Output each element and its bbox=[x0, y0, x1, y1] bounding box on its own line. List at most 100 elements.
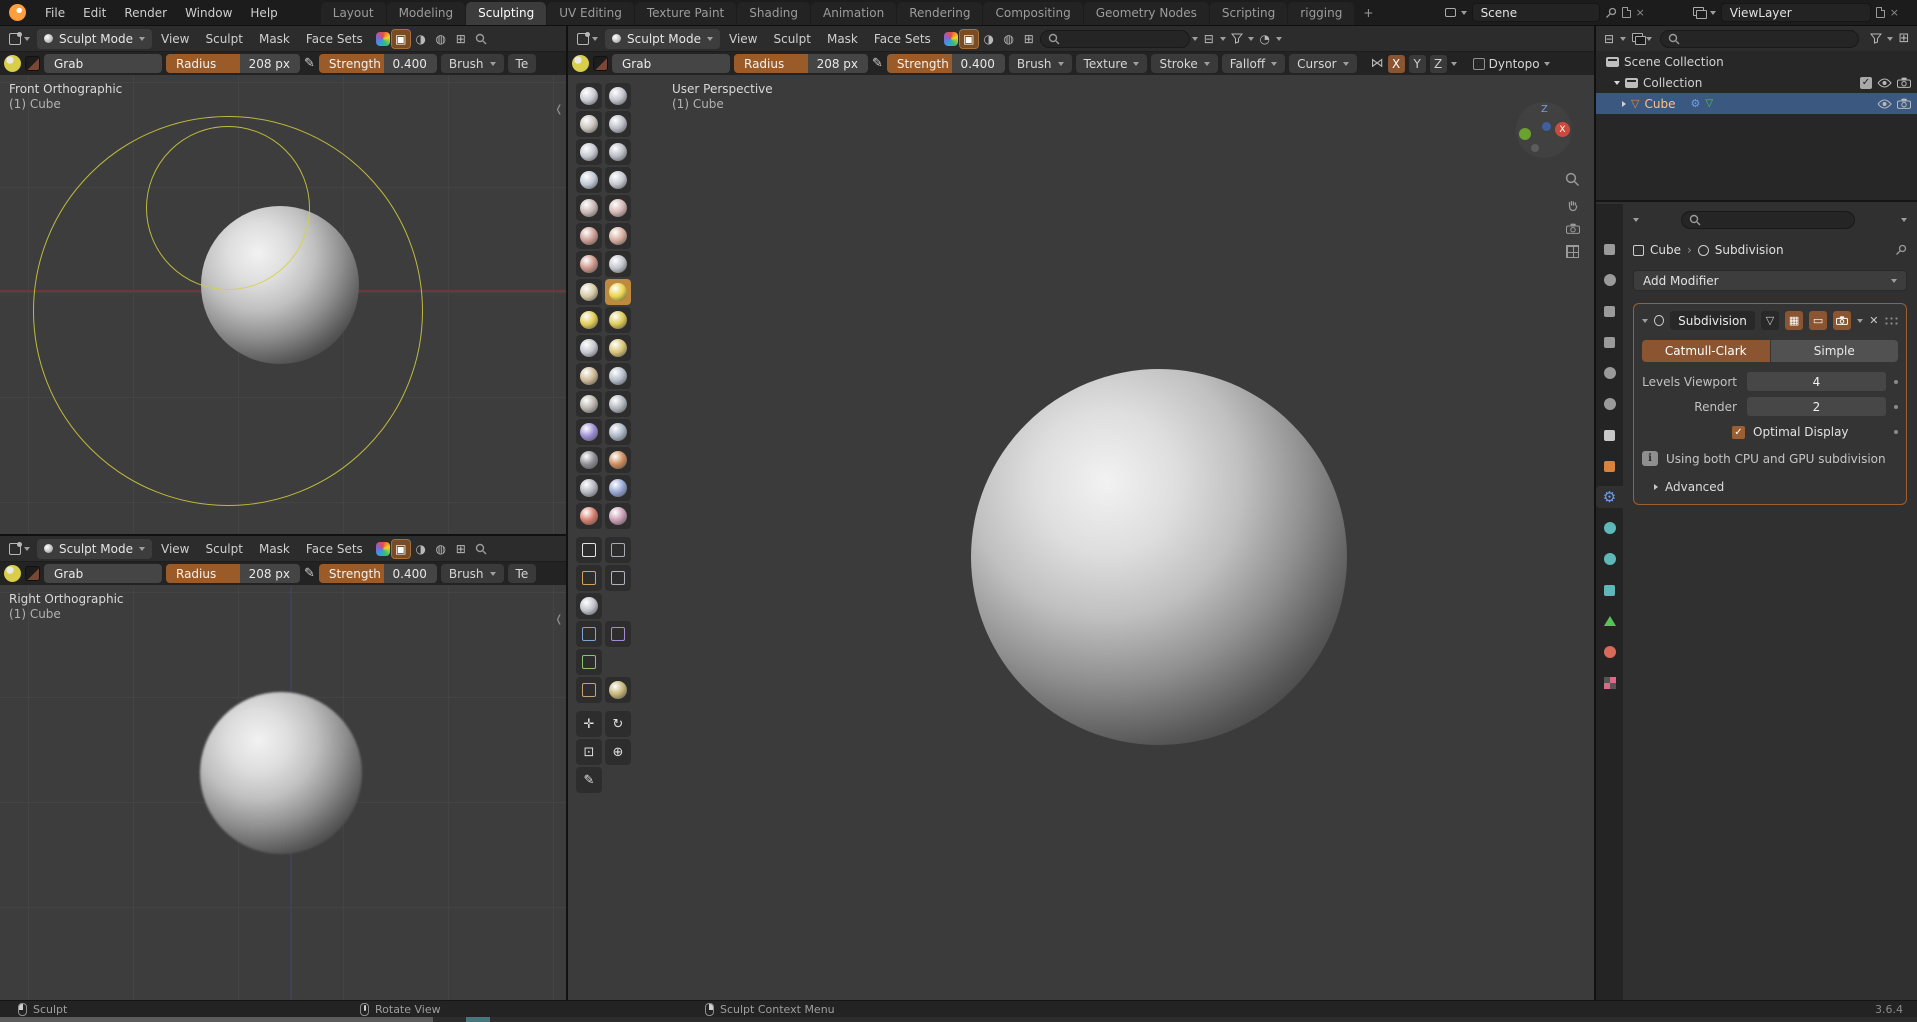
workspace-tab-rendering[interactable]: Rendering bbox=[897, 2, 982, 25]
workspace-tab-sculpting[interactable]: Sculpting bbox=[466, 2, 546, 25]
editor-options-chevron-icon[interactable] bbox=[1633, 218, 1639, 222]
zoom-icon[interactable] bbox=[1565, 172, 1580, 187]
chevron-down-icon[interactable] bbox=[1192, 37, 1198, 41]
remove-view-layer-icon[interactable]: × bbox=[1890, 6, 1899, 19]
gizmo-y-axis-ball[interactable] bbox=[1519, 128, 1531, 140]
radius-slider[interactable]: Radius208 px bbox=[166, 564, 300, 583]
tool-draw-sharp-icon[interactable] bbox=[605, 83, 631, 109]
tool-pinch-icon[interactable] bbox=[576, 279, 602, 305]
tool-grab-icon[interactable] bbox=[605, 279, 631, 305]
tool-color-filter-icon[interactable] bbox=[576, 649, 602, 675]
mode-dropdown[interactable]: Sculpt Mode bbox=[37, 539, 152, 559]
tool-snake-hook-icon[interactable] bbox=[605, 307, 631, 333]
pressure-sensitivity-icon[interactable]: ✎ bbox=[304, 566, 315, 581]
new-view-layer-icon[interactable] bbox=[1876, 7, 1885, 18]
texture-swatch-icon[interactable] bbox=[25, 566, 40, 581]
menu-mask[interactable]: Mask bbox=[252, 542, 297, 556]
menu-sculpt[interactable]: Sculpt bbox=[766, 32, 817, 46]
tool-smear-icon[interactable] bbox=[605, 503, 631, 529]
menu-sculpt[interactable]: Sculpt bbox=[198, 32, 249, 46]
hide-eye-icon[interactable] bbox=[1877, 99, 1892, 109]
tool-layer-icon[interactable] bbox=[605, 139, 631, 165]
stroke-panel-button[interactable]: Stroke bbox=[1151, 54, 1217, 73]
search-icon[interactable] bbox=[472, 30, 490, 48]
xray-toggle-icon[interactable]: ⊞ bbox=[452, 30, 470, 48]
tool-nudge-icon[interactable] bbox=[576, 363, 602, 389]
xray-toggle-icon[interactable]: ⊞ bbox=[1020, 30, 1038, 48]
menu-window[interactable]: Window bbox=[176, 0, 241, 25]
workspace-tab-shading[interactable]: Shading bbox=[737, 2, 810, 25]
workspace-tab-texture-paint[interactable]: Texture Paint bbox=[635, 2, 736, 25]
properties-search-field[interactable] bbox=[1681, 211, 1855, 229]
collection-tab-icon[interactable] bbox=[1596, 424, 1623, 446]
chevron-down-icon[interactable] bbox=[1220, 37, 1226, 41]
tool-move-icon[interactable]: ✛ bbox=[576, 711, 602, 737]
texture-swatch-icon[interactable] bbox=[25, 56, 40, 71]
tool-simplify-icon[interactable] bbox=[605, 419, 631, 445]
color-attribute-icon[interactable] bbox=[376, 542, 390, 556]
filter-icon[interactable] bbox=[1228, 30, 1246, 48]
viewport-canvas[interactable]: ✛↻⊡⊕✎ User Perspective(1) Cube Z X bbox=[568, 76, 1594, 1000]
tool-box-face-set-icon[interactable] bbox=[576, 565, 602, 591]
color-attribute-icon[interactable] bbox=[944, 32, 958, 46]
expand-caret-icon[interactable] bbox=[1614, 81, 1620, 85]
tool-inflate-icon[interactable] bbox=[576, 167, 602, 193]
menu-face-sets[interactable]: Face Sets bbox=[299, 542, 370, 556]
advanced-section-row[interactable]: Advanced bbox=[1642, 480, 1898, 494]
chevron-down-icon[interactable] bbox=[1276, 37, 1282, 41]
shading-material-icon[interactable]: ◑ bbox=[412, 30, 430, 48]
tool-thumb-icon[interactable] bbox=[576, 335, 602, 361]
delete-modifier-icon[interactable]: ✕ bbox=[1869, 314, 1878, 327]
render-tab-icon[interactable] bbox=[1596, 269, 1623, 291]
view-layer-name-field[interactable]: ViewLayer bbox=[1721, 3, 1871, 22]
simple-button[interactable]: Simple bbox=[1771, 340, 1899, 362]
tool-slide-relax-icon[interactable] bbox=[576, 391, 602, 417]
overlays-icon[interactable]: ◍ bbox=[432, 30, 450, 48]
tool-clay-strips-icon[interactable] bbox=[605, 111, 631, 137]
overlays-icon[interactable]: ◍ bbox=[1000, 30, 1018, 48]
tool-scale-icon[interactable]: ⊡ bbox=[576, 739, 602, 765]
display-mode-icon[interactable]: ⊟ bbox=[1600, 30, 1618, 48]
tool-rotate-tool-icon[interactable]: ↻ bbox=[605, 711, 631, 737]
menu-file[interactable]: File bbox=[36, 0, 74, 25]
outliner-search-field[interactable] bbox=[1660, 30, 1859, 48]
add-workspace-button[interactable]: + bbox=[1355, 2, 1381, 25]
filter-icon[interactable] bbox=[1867, 30, 1885, 48]
breadcrumb-modifier-label[interactable]: Subdivision bbox=[1715, 243, 1784, 257]
mirror-x-button[interactable]: X bbox=[1388, 55, 1405, 73]
texture-tab-icon[interactable] bbox=[1596, 672, 1623, 694]
editor-type-button[interactable] bbox=[4, 541, 35, 557]
particles-tab-icon[interactable] bbox=[1596, 517, 1623, 539]
optimal-display-checkbox[interactable]: ✓ bbox=[1732, 426, 1745, 439]
shading-material-icon[interactable]: ◑ bbox=[980, 30, 998, 48]
tool-scrape-icon[interactable] bbox=[576, 251, 602, 277]
tool-paint-icon[interactable] bbox=[576, 503, 602, 529]
breadcrumb-object-label[interactable]: Cube bbox=[1650, 243, 1681, 257]
tool-clay-thumb-icon[interactable] bbox=[576, 139, 602, 165]
physics-tab-icon[interactable] bbox=[1596, 548, 1623, 570]
menu-face-sets[interactable]: Face Sets bbox=[867, 32, 938, 46]
tool-flatten-icon[interactable] bbox=[576, 223, 602, 249]
tool-blob-icon[interactable] bbox=[605, 167, 631, 193]
realtime-display-toggle-icon[interactable]: ▭ bbox=[1809, 311, 1827, 330]
active-brush-button[interactable]: Grab bbox=[612, 54, 730, 73]
brush-preview-icon[interactable] bbox=[4, 55, 21, 72]
workspace-tab-modeling[interactable]: Modeling bbox=[387, 2, 466, 25]
strength-slider[interactable]: Strength0.400 bbox=[887, 54, 1005, 73]
workspace-tab-rigging[interactable]: rigging bbox=[1288, 2, 1354, 25]
orthographic-grid-icon[interactable] bbox=[1566, 245, 1579, 258]
object-tab-icon[interactable] bbox=[1596, 455, 1623, 477]
extras-chevron-icon[interactable] bbox=[1857, 319, 1863, 323]
disable-render-camera-icon[interactable] bbox=[1897, 98, 1911, 109]
modifiers-tab-icon[interactable]: ⚙ bbox=[1596, 486, 1623, 508]
symmetry-chevron-icon[interactable] bbox=[1451, 62, 1457, 66]
mirror-z-button[interactable]: Z bbox=[1430, 55, 1447, 73]
levels-viewport-field[interactable]: 4 bbox=[1747, 372, 1886, 391]
filter-chevron-icon[interactable] bbox=[1901, 218, 1907, 222]
tool-cloth-filter-icon[interactable] bbox=[605, 621, 631, 647]
scene-browse-chevron-icon[interactable] bbox=[1461, 11, 1467, 15]
brush-panel-button[interactable]: Brush bbox=[441, 54, 504, 73]
animate-dot-icon[interactable] bbox=[1894, 380, 1898, 384]
strength-slider[interactable]: Strength0.400 bbox=[319, 564, 437, 583]
pressure-sensitivity-icon[interactable]: ✎ bbox=[872, 56, 883, 71]
